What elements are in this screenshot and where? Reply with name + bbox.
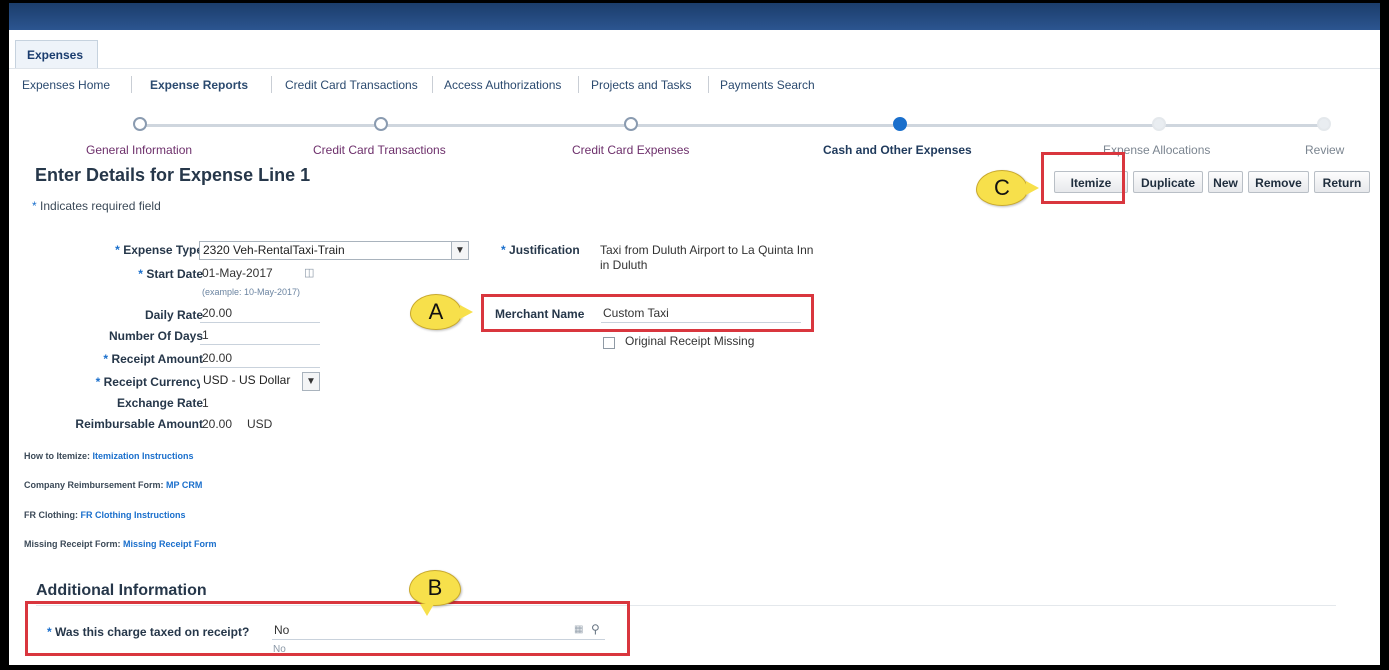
daily-rate-input[interactable]: 20.00	[200, 305, 320, 323]
exchange-rate-value: 1	[202, 396, 209, 410]
reimbursable-currency: USD	[247, 417, 273, 431]
itemization-instructions-link[interactable]: Itemization Instructions	[93, 451, 194, 461]
highlight-merchant	[481, 294, 814, 332]
subnav-access-authorizations[interactable]: Access Authorizations	[444, 78, 561, 92]
return-button[interactable]: Return	[1314, 171, 1370, 193]
train-step-cash-icon	[893, 117, 907, 131]
highlight-taxed	[25, 601, 630, 656]
start-date-label: * Start Date	[138, 267, 203, 281]
justification-label: * Justification	[501, 243, 580, 257]
number-of-days-input[interactable]: 1	[200, 327, 320, 345]
missing-receipt-info: Missing Receipt Form: Missing Receipt Fo…	[24, 539, 217, 549]
train-step-cc-expenses[interactable]: Credit Card Expenses	[572, 143, 689, 157]
receipt-missing-checkbox[interactable]	[603, 337, 615, 349]
number-of-days-label: Number Of Days	[108, 329, 203, 343]
train-track	[140, 124, 1320, 127]
chevron-down-icon[interactable]: ▼	[451, 242, 468, 259]
callout-a: A	[410, 294, 473, 330]
train-step-cash: Cash and Other Expenses	[823, 143, 972, 157]
separator	[578, 76, 579, 93]
receipt-amount-input[interactable]: 20.00	[200, 350, 320, 368]
separator	[271, 76, 272, 93]
start-date-hint: (example: 10-May-2017)	[202, 287, 301, 297]
train-step-cc-expenses-icon[interactable]	[624, 117, 638, 131]
calendar-icon[interactable]: ◫	[304, 266, 314, 279]
receipt-currency-label: * Receipt Currency	[95, 375, 203, 389]
mp-crm-link[interactable]: MP CRM	[166, 480, 202, 490]
missing-receipt-link[interactable]: Missing Receipt Form	[123, 539, 217, 549]
train-step-general[interactable]: General Information	[86, 143, 192, 157]
subnav-expenses-home[interactable]: Expenses Home	[22, 78, 110, 92]
subnav-expense-reports[interactable]: Expense Reports	[150, 78, 248, 92]
train-step-review-icon	[1317, 117, 1331, 131]
train-step-review: Review	[1305, 143, 1345, 157]
duplicate-button[interactable]: Duplicate	[1133, 171, 1203, 193]
process-train: General Information Credit Card Transact…	[9, 111, 1380, 157]
justification-line1[interactable]: Taxi from Duluth Airport to La Quinta In…	[600, 243, 813, 257]
app-window: Expenses Expenses Home Expense Reports C…	[9, 3, 1380, 665]
itemize-info: How to Itemize: Itemization Instructions	[24, 451, 194, 461]
required-note-text: Indicates required field	[40, 199, 161, 213]
remove-button[interactable]: Remove	[1248, 171, 1309, 193]
callout-c: C	[976, 170, 1039, 206]
separator	[708, 76, 709, 93]
justification-line2[interactable]: in Duluth	[600, 258, 647, 272]
fr-clothing-link[interactable]: FR Clothing Instructions	[81, 510, 186, 520]
expense-type-select[interactable]: 2320 Veh-RentalTaxi-Train ▼	[199, 241, 469, 260]
train-step-general-icon[interactable]	[133, 117, 147, 131]
train-step-cc-transactions[interactable]: Credit Card Transactions	[313, 143, 446, 157]
exchange-rate-label: Exchange Rate	[116, 396, 203, 410]
additional-info-heading: Additional Information	[36, 582, 207, 599]
reimbursable-amount-value: 20.00	[202, 417, 233, 431]
fr-clothing-info: FR Clothing: FR Clothing Instructions	[24, 510, 186, 520]
required-note: * Indicates required field	[32, 199, 161, 213]
tab-strip: Expenses	[9, 30, 1380, 69]
subnav-payments-search[interactable]: Payments Search	[720, 78, 815, 92]
reimbursement-info: Company Reimbursement Form: MP CRM	[24, 480, 203, 490]
highlight-itemize	[1041, 152, 1125, 204]
subnav-projects-and-tasks[interactable]: Projects and Tasks	[591, 78, 692, 92]
reimbursable-amount-label: Reimbursable Amount	[75, 417, 203, 431]
separator	[131, 76, 132, 93]
tab-expenses[interactable]: Expenses	[15, 40, 98, 68]
expense-type-label: * Expense Type	[115, 243, 203, 257]
train-step-allocations-icon	[1152, 117, 1166, 131]
sub-navigation: Expenses Home Expense Reports Credit Car…	[9, 69, 1380, 99]
subnav-credit-card-transactions[interactable]: Credit Card Transactions	[285, 78, 418, 92]
callout-b: B	[409, 570, 461, 616]
new-button[interactable]: New	[1208, 171, 1243, 193]
train-step-cc-transactions-icon[interactable]	[374, 117, 388, 131]
receipt-currency-select[interactable]: USD - US Dollar ▼	[200, 372, 320, 391]
page-title: Enter Details for Expense Line 1	[35, 165, 311, 185]
receipt-amount-label: * Receipt Amount	[103, 352, 203, 366]
start-date-input[interactable]: 01-May-2017	[200, 265, 290, 283]
header-bar	[9, 3, 1380, 30]
receipt-missing-label: Original Receipt Missing	[625, 334, 755, 348]
separator	[432, 76, 433, 93]
required-star-icon: *	[32, 199, 37, 213]
daily-rate-label: Daily Rate	[144, 308, 203, 322]
chevron-down-icon[interactable]: ▼	[302, 372, 320, 391]
